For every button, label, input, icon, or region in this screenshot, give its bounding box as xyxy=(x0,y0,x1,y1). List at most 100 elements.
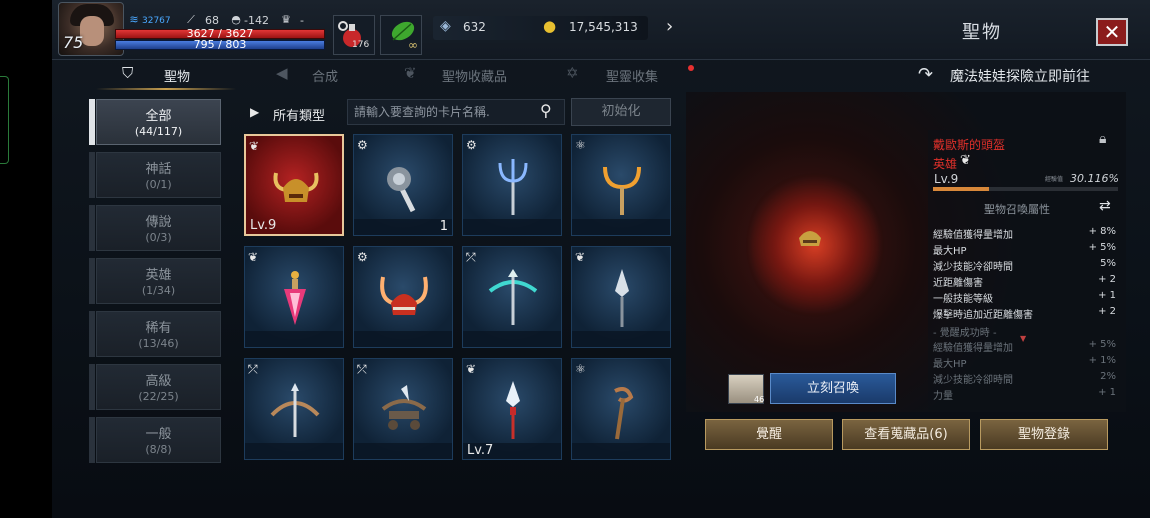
card-strip xyxy=(463,219,561,235)
wing-rarity-icon: ❦ xyxy=(960,153,971,168)
attr-row: 減少技能冷卻時間 5% xyxy=(933,258,1116,273)
category-label: 全部 xyxy=(145,109,172,124)
gem-count: 632 xyxy=(463,20,486,34)
stat-trophy-value: - xyxy=(300,14,304,27)
lock-icon[interactable]: 🔒︎ xyxy=(1099,131,1106,147)
category-label: 傳說 xyxy=(145,215,172,230)
card-level: Lv.9 xyxy=(250,218,277,233)
play-arrow-icon[interactable]: ▶ xyxy=(250,105,259,119)
category-hero[interactable]: 英雄 (1/34) xyxy=(96,258,221,304)
tab-spirit-collection[interactable]: 聖靈收集 xyxy=(606,66,658,85)
relic-card-bow[interactable]: ⤱ xyxy=(244,358,344,460)
relic-card-staff[interactable]: ⚛ xyxy=(571,134,671,236)
gold-count: 17,545,313 xyxy=(569,20,638,34)
tab-relic-collection[interactable]: 聖物收藏品 xyxy=(442,66,507,85)
horned-helmet-icon xyxy=(273,172,319,202)
category-marker xyxy=(89,152,95,198)
category-all[interactable]: 全部 (44/117) xyxy=(96,99,221,145)
relic-card-ballista[interactable]: ⤱ xyxy=(353,358,453,460)
relic-card-red-spear[interactable]: ❦ Lv.7 xyxy=(462,358,562,460)
tab-synthesis[interactable]: 合成 xyxy=(312,66,338,85)
bow-icon xyxy=(270,383,320,437)
rarity-icon: ⚙ xyxy=(466,138,477,152)
card-strip xyxy=(463,331,561,347)
doll-adventure-link[interactable]: 魔法娃娃探險立即前往 xyxy=(950,66,1090,86)
summon-now-button[interactable]: 立刻召喚 xyxy=(770,373,896,404)
red-spear-icon xyxy=(506,381,520,439)
relic-card-helmet[interactable]: ❦ Lv.9 xyxy=(244,134,344,236)
category-count: (44/117) xyxy=(134,125,183,138)
relic-card-crossbow[interactable]: ⤱ xyxy=(462,246,562,348)
category-marker xyxy=(89,417,95,463)
notification-dot xyxy=(688,65,694,71)
viking-helmet-icon xyxy=(380,276,428,315)
category-count: (0/1) xyxy=(145,178,172,191)
tab-relic[interactable]: 聖物 xyxy=(164,66,190,85)
category-count: (13/46) xyxy=(138,337,179,350)
rarity-icon: ⤱ xyxy=(248,362,258,376)
gold-icon: ● xyxy=(543,17,557,35)
awaken-attr-row: 力量 + 1 xyxy=(933,387,1116,402)
player-level: 75 xyxy=(63,33,84,52)
card-strip xyxy=(245,443,343,459)
star-icon: ✡ xyxy=(566,64,579,82)
category-label: 稀有 xyxy=(145,321,172,336)
close-button[interactable]: ✕ xyxy=(1096,18,1128,46)
relic-card-trident[interactable]: ⚙ xyxy=(462,134,562,236)
avatar-face xyxy=(80,16,104,46)
register-relic-button[interactable]: 聖物登錄 xyxy=(980,419,1108,450)
side-handle[interactable] xyxy=(0,76,9,164)
search-icon[interactable]: ⚲ xyxy=(540,101,552,120)
active-tab-indicator xyxy=(96,88,236,90)
view-collection-button[interactable]: 查看蒐藏品(6) xyxy=(842,419,970,450)
awaken-attr-row: 減少技能冷卻時間 2% xyxy=(933,371,1116,386)
wing-rarity-icon: ❦ xyxy=(249,139,260,153)
type-filter[interactable]: 所有類型 xyxy=(273,105,325,124)
spear-icon xyxy=(615,269,629,327)
relic-card-viking-helm[interactable]: ⚙ xyxy=(353,246,453,348)
awaken-button[interactable]: 覺醒 xyxy=(705,419,833,450)
relic-rarity: 英雄 xyxy=(933,157,958,171)
card-strip xyxy=(572,443,670,459)
category-normal[interactable]: 一般 (8/8) xyxy=(96,417,221,463)
swap-icon[interactable]: ⇄ xyxy=(1099,198,1111,214)
category-legend[interactable]: 傳說 (0/3) xyxy=(96,205,221,251)
card-strip xyxy=(354,331,452,347)
category-marker xyxy=(89,99,95,145)
category-mythic[interactable]: 神話 (0/1) xyxy=(96,152,221,198)
rarity-icon: ⤱ xyxy=(357,362,367,376)
category-label: 神話 xyxy=(145,162,172,177)
attr-row: 最大HP + 5% xyxy=(933,242,1116,257)
relic-card-mace[interactable]: ⚙ 1 xyxy=(353,134,453,236)
category-count: (8/8) xyxy=(145,443,172,456)
synth-icon: ◀ xyxy=(276,64,288,82)
card-strip xyxy=(572,219,670,235)
mp-text: 795 / 803 xyxy=(193,38,247,51)
helmet-icon: ◓ xyxy=(231,13,241,26)
reset-button[interactable]: 初始化 xyxy=(571,98,671,126)
category-marker xyxy=(89,258,95,304)
trident-icon xyxy=(498,159,528,215)
relic-card-spear[interactable]: ❦ xyxy=(571,246,671,348)
awaken-attr-row: 最大HP + 1% xyxy=(933,355,1116,370)
category-advanced[interactable]: 高級 (22/25) xyxy=(96,364,221,410)
category-rare[interactable]: 稀有 (13/46) xyxy=(96,311,221,357)
rarity-icon: ⚛ xyxy=(575,138,586,152)
relic-card-dagger[interactable]: ❦ xyxy=(244,246,344,348)
chevron-right-icon[interactable]: › xyxy=(666,16,673,37)
wing-rarity-icon: ❦ xyxy=(466,362,477,376)
crossbow-icon xyxy=(488,269,538,325)
collection-icon: ❦ xyxy=(404,64,417,82)
exp-percent: 30.116% xyxy=(1070,172,1119,185)
category-label: 高級 xyxy=(145,374,172,389)
potion-count: 176 xyxy=(352,40,370,50)
hat-icon: ⛉ xyxy=(122,64,134,82)
category-marker xyxy=(89,311,95,357)
gem-icon: ◈ xyxy=(440,18,451,34)
relic-card-wood-staff[interactable]: ⚛ xyxy=(571,358,671,460)
stat-helmet-value: -142 xyxy=(244,14,269,27)
awaken-attr-row: 經驗值獲得量增加 + 5% xyxy=(933,339,1116,354)
category-marker xyxy=(89,205,95,251)
search-input[interactable] xyxy=(347,99,565,125)
rarity-icon: ⚛ xyxy=(575,362,586,376)
